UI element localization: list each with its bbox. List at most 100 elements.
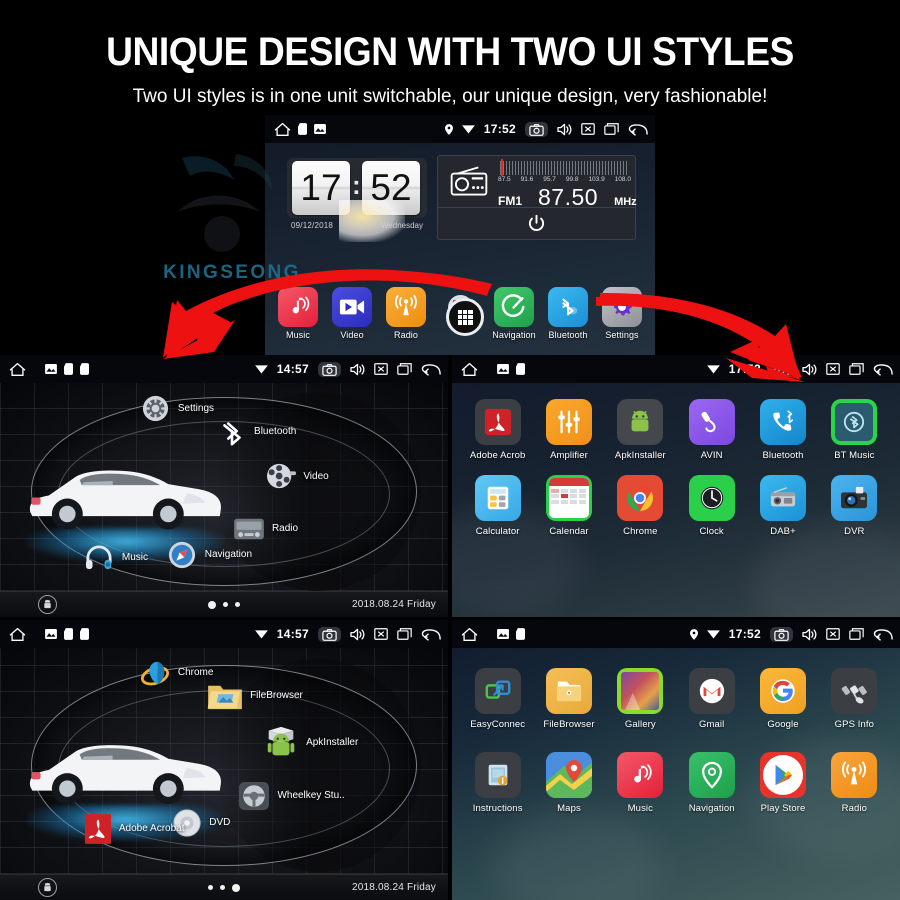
car-node-bluetooth[interactable]: Bluetooth: [215, 415, 296, 448]
radio-power-row[interactable]: [438, 208, 635, 239]
play-store-icon[interactable]: [759, 752, 806, 798]
dock-item-settings[interactable]: Settings: [597, 287, 647, 340]
app-item[interactable]: Instructions: [462, 752, 533, 814]
car-node-video[interactable]: Video: [264, 460, 329, 493]
clock-widget[interactable]: 17 : 52 09/12/2018 Wednesday: [287, 158, 427, 242]
app-item[interactable]: Radio: [819, 752, 890, 814]
back-arrow-icon[interactable]: [421, 363, 441, 376]
app-drawer-large-icon[interactable]: [446, 298, 484, 336]
adobe-acrobat-icon[interactable]: [474, 399, 521, 445]
dock-item-navigation[interactable]: Navigation: [489, 287, 539, 340]
bluetooth-phone-icon[interactable]: [759, 399, 806, 445]
car-node-filebrowser[interactable]: FileBrowser: [206, 679, 303, 713]
dock-item-radio[interactable]: Radio: [381, 287, 431, 340]
camera-icon[interactable]: [318, 626, 341, 642]
camera-icon[interactable]: [525, 121, 548, 137]
satellite-icon[interactable]: [831, 668, 878, 714]
gallery-icon[interactable]: [617, 668, 664, 714]
volume-icon[interactable]: [802, 363, 817, 376]
close-box-icon[interactable]: [826, 363, 840, 375]
recents-icon[interactable]: [397, 628, 412, 640]
app-item[interactable]: EasyConnec: [462, 668, 533, 730]
page-indicator-dots[interactable]: [208, 883, 240, 892]
volume-icon[interactable]: [557, 123, 572, 136]
android-icon[interactable]: [38, 878, 57, 897]
app-item[interactable]: Music: [605, 752, 676, 814]
app-item[interactable]: GPS Info: [819, 668, 890, 730]
app-item[interactable]: Navigation: [676, 752, 747, 814]
back-arrow-icon[interactable]: [873, 628, 893, 641]
app-item[interactable]: Chrome: [605, 475, 676, 537]
dab-radio-icon[interactable]: [759, 475, 806, 521]
navigation-pin-icon[interactable]: [688, 752, 735, 798]
back-arrow-icon[interactable]: [421, 628, 441, 641]
recents-icon[interactable]: [849, 363, 864, 375]
android-box-icon[interactable]: [262, 724, 300, 762]
android-icon[interactable]: [38, 595, 57, 614]
pdf-icon[interactable]: [83, 812, 113, 846]
gear-icon[interactable]: [602, 287, 642, 327]
car-node-wheelkey[interactable]: Wheelkey Stu..: [237, 780, 345, 812]
page-indicator-dots[interactable]: [208, 600, 240, 609]
close-box-icon[interactable]: [581, 123, 595, 135]
app-item[interactable]: Calendar: [533, 475, 604, 537]
folder-icon[interactable]: [206, 679, 244, 713]
folder-icon[interactable]: [545, 668, 592, 714]
app-item[interactable]: Amplifier: [533, 399, 604, 461]
home-icon[interactable]: [274, 122, 291, 137]
radio-tower-icon[interactable]: [386, 287, 426, 327]
home-icon[interactable]: [461, 627, 478, 642]
back-arrow-icon[interactable]: [873, 363, 893, 376]
music-note-icon[interactable]: [278, 287, 318, 327]
car-node-navigation[interactable]: Navigation: [166, 538, 252, 571]
equalizer-icon[interactable]: [545, 399, 592, 445]
back-arrow-icon[interactable]: [628, 123, 648, 136]
volume-icon[interactable]: [802, 628, 817, 641]
navigation-icon[interactable]: [494, 287, 534, 327]
home-icon[interactable]: [9, 362, 26, 377]
app-item[interactable]: Gmail: [676, 668, 747, 730]
avin-plug-icon[interactable]: [688, 399, 735, 445]
calculator-icon[interactable]: [474, 475, 521, 521]
camera-icon[interactable]: [318, 361, 341, 377]
camera-icon[interactable]: [770, 626, 793, 642]
recents-icon[interactable]: [604, 123, 619, 135]
app-item[interactable]: BT Music: [819, 399, 890, 461]
power-icon[interactable]: [528, 215, 545, 232]
google-icon[interactable]: [759, 668, 806, 714]
app-item[interactable]: Google: [747, 668, 818, 730]
dock-item-music[interactable]: Music: [273, 287, 323, 340]
radio-widget[interactable]: 87.5 91.6 95.7 99.8 103.9 108.0 FM1 87.5…: [437, 155, 637, 240]
car-node-chrome[interactable]: Chrome: [139, 656, 213, 689]
calendar-icon[interactable]: [545, 475, 592, 521]
headphones-icon[interactable]: [83, 541, 116, 574]
clock-icon[interactable]: [688, 475, 735, 521]
home-icon[interactable]: [9, 627, 26, 642]
chrome-icon[interactable]: [617, 475, 664, 521]
gear-icon[interactable]: [139, 392, 172, 425]
app-item[interactable]: ApkInstaller: [605, 399, 676, 461]
app-item[interactable]: Play Store: [747, 752, 818, 814]
dock-item-bluetooth[interactable]: Bluetooth: [543, 287, 593, 340]
home-icon[interactable]: [461, 362, 478, 377]
maps-icon[interactable]: [545, 752, 592, 798]
app-item[interactable]: Adobe Acrob: [462, 399, 533, 461]
dock-item-video[interactable]: Video: [327, 287, 377, 340]
app-item[interactable]: AVIN: [676, 399, 747, 461]
app-item[interactable]: Calculator: [462, 475, 533, 537]
bluetooth-icon[interactable]: [215, 415, 248, 448]
steering-wheel-icon[interactable]: [237, 780, 271, 812]
recents-icon[interactable]: [849, 628, 864, 640]
close-box-icon[interactable]: [374, 363, 388, 375]
video-play-icon[interactable]: [332, 287, 372, 327]
app-item[interactable]: Gallery: [605, 668, 676, 730]
gmail-icon[interactable]: [688, 668, 735, 714]
close-box-icon[interactable]: [826, 628, 840, 640]
radio-tower-icon[interactable]: [831, 752, 878, 798]
bt-music-icon[interactable]: [831, 399, 878, 445]
dvr-camera-icon[interactable]: [831, 475, 878, 521]
instructions-icon[interactable]: [474, 752, 521, 798]
app-item[interactable]: Maps: [533, 752, 604, 814]
app-item[interactable]: Bluetooth: [747, 399, 818, 461]
music-note-icon[interactable]: [617, 752, 664, 798]
